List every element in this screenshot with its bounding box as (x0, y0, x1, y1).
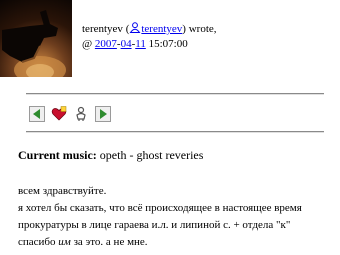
tell-a-friend-icon[interactable] (73, 106, 89, 122)
body-line: прокуратуры в лице гараева и.л. и липино… (18, 219, 291, 231)
userpic[interactable] (0, 0, 72, 77)
author-line: terentyev (terentyev) wrote, (82, 22, 217, 35)
entry-header: terentyev (terentyev) wrote, @ 2007-04-1… (82, 22, 217, 52)
body-text-fragment: спасибо (18, 236, 59, 248)
divider-bottom (26, 131, 324, 133)
livejournal-user-icon[interactable] (129, 22, 141, 33)
current-music-value: opeth - ghost reveries (99, 148, 204, 162)
entry-body: всем здравствуйте. я хотел бы сказать, ч… (18, 183, 340, 251)
date-line: @ 2007-04-11 15:07:00 (82, 38, 188, 50)
date-day-link[interactable]: 11 (135, 38, 146, 50)
current-music: Current music: opeth - ghost reveries (18, 148, 203, 163)
next-entry-icon[interactable] (95, 106, 111, 122)
body-line: я хотел бы сказать, что всё происходящее… (18, 202, 302, 214)
divider-top (26, 93, 324, 95)
current-music-label: Current music: (18, 148, 97, 162)
userpic-hand-fire-icon (2, 10, 66, 77)
date-year-link[interactable]: 2007 (95, 38, 117, 50)
date-month-link[interactable]: 04 (121, 38, 132, 50)
wrote-label: wrote, (188, 23, 217, 35)
author-profile-link[interactable]: terentyev (141, 23, 182, 35)
prev-entry-icon[interactable] (29, 106, 45, 122)
body-text-fragment: за это. а не мне. (70, 236, 148, 248)
add-to-memories-icon[interactable] (51, 106, 67, 122)
body-line: всем здравствуйте. (18, 185, 107, 197)
entry-time: 15:07:00 (148, 38, 188, 50)
author-name: terentyev (82, 23, 123, 35)
body-line: спасибо им за это. а не мне. (18, 234, 340, 251)
at-sign: @ (82, 38, 93, 50)
body-emphasis: им (58, 236, 71, 248)
entry-toolbar (29, 106, 111, 122)
